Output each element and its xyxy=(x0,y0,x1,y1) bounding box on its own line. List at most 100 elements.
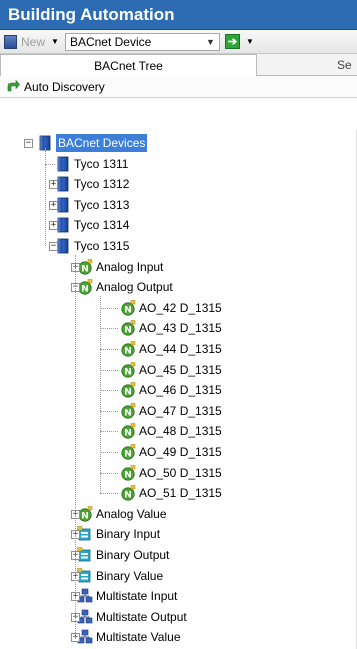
tree-node-analog-output-2[interactable]: N AO_44 D_1315 xyxy=(120,340,222,358)
tree-node-label: AO_46 D_1315 xyxy=(139,383,222,398)
analog-icon: N xyxy=(121,403,136,419)
tree-node-object-bottom-2[interactable]: Binary Output xyxy=(77,546,169,564)
tree-node-label: AO_47 D_1315 xyxy=(139,403,222,418)
tree-connector-line xyxy=(100,349,118,350)
tree-node-label: Tyco 1312 xyxy=(74,177,130,192)
analog-icon: N xyxy=(121,320,136,336)
tree-node-analog-output-7[interactable]: N AO_49 D_1315 xyxy=(120,443,222,461)
svg-text:N: N xyxy=(124,326,132,336)
tree-node-device-0[interactable]: Tyco 1311 xyxy=(55,155,128,173)
tree-connector-line xyxy=(100,452,118,453)
chevron-down-icon[interactable]: ▼ xyxy=(206,37,215,47)
svg-text:N: N xyxy=(124,429,132,439)
tab-bacnet-tree[interactable]: BACnet Tree xyxy=(0,54,257,76)
tree-node-analog-output-6[interactable]: N AO_48 D_1315 xyxy=(120,422,222,440)
go-dropdown-arrow-icon[interactable]: ▼ xyxy=(246,37,254,46)
tree-node-label: AO_42 D_1315 xyxy=(139,300,222,315)
tree-node-analog-output-9[interactable]: N AO_51 D_1315 xyxy=(120,484,222,502)
tree-node-analog-output-0[interactable]: N AO_42 D_1315 xyxy=(120,299,222,317)
tree-connector-line xyxy=(100,390,118,392)
tree-node-label: AO_44 D_1315 xyxy=(139,342,222,356)
tree-node-analog-output-4[interactable]: N AO_46 D_1315 xyxy=(120,381,222,399)
tree-node-label: Multistate Input xyxy=(96,589,178,604)
tree-node-label: Analog Output xyxy=(96,280,173,295)
tree-node-analog-output-8[interactable]: N AO_50 D_1315 xyxy=(120,464,222,482)
tree-connector-line xyxy=(45,163,55,165)
analog-icon: N xyxy=(121,423,136,439)
tree-node-label: Tyco 1311 xyxy=(74,156,129,171)
tree-node-device-3[interactable]: Tyco 1314 xyxy=(55,216,129,234)
analog-icon: N xyxy=(121,382,136,398)
bacnet-tree[interactable]: BACnet Devices − Tyco 1311 Tyco 1312 + Tyco 1… xyxy=(0,130,357,649)
tree-node-label: AO_48 D_1315 xyxy=(139,424,222,439)
tree-node-label: AO_51 D_1315 xyxy=(139,486,222,501)
expand-toggle-icon[interactable]: + xyxy=(49,200,58,210)
svg-text:N: N xyxy=(81,284,89,294)
tree-node-label: Multistate Value xyxy=(96,630,181,645)
tree-node-device-4[interactable]: Tyco 1315 xyxy=(55,237,129,255)
tree-node-label: Analog Value xyxy=(96,506,167,521)
svg-text:N: N xyxy=(124,346,132,356)
collapse-toggle-icon[interactable]: − xyxy=(24,139,33,148)
analog-icon: N xyxy=(121,444,136,460)
expand-toggle-icon[interactable]: + xyxy=(49,221,58,231)
device-type-combo-value: BACnet Device xyxy=(69,34,152,49)
tree-node-label: Binary Output xyxy=(96,548,170,562)
window-title: Building Automation xyxy=(0,0,357,30)
tree-node-label: AO_45 D_1315 xyxy=(139,362,222,377)
tree-node-object-bottom-6[interactable]: Multistate Value xyxy=(77,628,181,646)
svg-text:N: N xyxy=(81,511,89,521)
svg-text:N: N xyxy=(124,490,132,500)
tree-node-label: AO_50 D_1315 xyxy=(139,465,222,480)
tree-node-label: AO_43 D_1315 xyxy=(139,321,222,336)
tree-node-analog-output-3[interactable]: N AO_45 D_1315 xyxy=(120,361,222,379)
tree-node-label: Binary Value xyxy=(96,568,164,583)
tree-node-analog-output-1[interactable]: N AO_43 D_1315 xyxy=(120,319,222,337)
tree-node-object-bottom-1[interactable]: Binary Input xyxy=(77,525,160,543)
tree-node-object-bottom-4[interactable]: Multistate Input xyxy=(77,587,177,605)
device-icon xyxy=(57,156,69,171)
dropdown-arrow-icon[interactable]: ▼ xyxy=(51,37,59,46)
refresh-arrow-icon xyxy=(7,79,20,91)
analog-icon: N xyxy=(121,361,136,378)
tree-node-object-bottom-0[interactable]: N Analog Value xyxy=(77,505,167,523)
tree-node-object-top-0[interactable]: N Analog Input xyxy=(77,258,163,276)
svg-text:N: N xyxy=(124,367,132,377)
svg-text:N: N xyxy=(124,387,132,397)
tree-connector-line xyxy=(100,472,118,474)
go-arrow-icon[interactable]: ➔ xyxy=(224,34,240,49)
tree-connector-line xyxy=(100,307,118,309)
svg-text:N: N xyxy=(124,408,132,418)
tree-connector-line xyxy=(100,296,101,494)
toolbar: New ▼ BACnet Device ▼ ➔ ▼ xyxy=(0,30,357,54)
svg-text:N: N xyxy=(81,264,89,274)
tree-node-object-bottom-3[interactable]: Binary Value xyxy=(77,567,163,585)
tree-node-label: Binary Input xyxy=(96,527,161,542)
tree-node-object-top-1[interactable]: N Analog Output xyxy=(77,278,173,296)
tree-node-label: Tyco 1313 xyxy=(74,197,130,212)
auto-discovery-button[interactable]: Auto Discovery xyxy=(0,76,357,98)
analog-icon: N xyxy=(121,485,136,501)
tree-node-label: Tyco 1315 xyxy=(74,239,130,253)
tree-connector-line xyxy=(100,410,118,412)
tab-strip: BACnet Tree Se xyxy=(0,54,357,76)
tree-node-device-2[interactable]: Tyco 1313 xyxy=(55,196,129,214)
svg-text:N: N xyxy=(124,470,132,480)
device-type-combo[interactable]: BACnet Device ▼ xyxy=(64,32,220,51)
analog-icon: N xyxy=(121,464,136,481)
expand-toggle-icon[interactable]: + xyxy=(49,180,58,190)
tree-connector-line xyxy=(100,431,118,433)
tree-node-object-bottom-5[interactable]: Multistate Output xyxy=(77,608,187,626)
new-icon[interactable] xyxy=(4,34,17,49)
tree-connector-line xyxy=(100,369,118,371)
tab-second[interactable]: Se xyxy=(257,54,357,76)
tree-node-device-1[interactable]: Tyco 1312 xyxy=(55,175,129,193)
tree-connector-line xyxy=(100,328,118,330)
tree-node-bacnet-devices[interactable]: BACnet Devices xyxy=(37,134,148,152)
tree-node-analog-output-5[interactable]: N AO_47 D_1315 xyxy=(120,402,222,420)
new-button[interactable]: New xyxy=(21,35,45,49)
tree-node-label: Tyco 1314 xyxy=(74,218,130,233)
collapse-toggle-icon[interactable]: − xyxy=(49,242,58,251)
tree-node-label: AO_49 D_1315 xyxy=(139,445,222,459)
tree-connector-line xyxy=(100,493,118,495)
